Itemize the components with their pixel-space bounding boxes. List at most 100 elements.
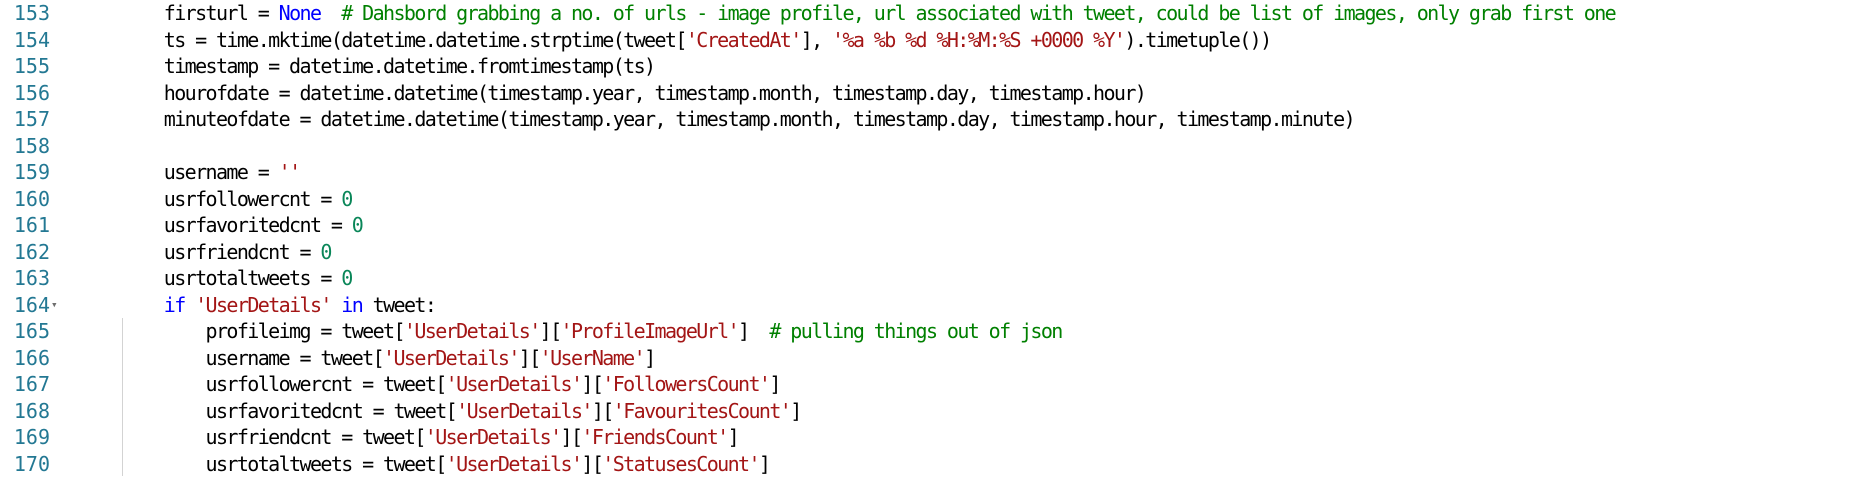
code-token: 'UserDetails' <box>383 346 519 370</box>
code-token: 'UserDetails' <box>456 399 592 423</box>
code-text: usrfriendcnt = 0 <box>122 239 331 266</box>
code-line[interactable]: 162 usrfriendcnt = 0 <box>0 239 1860 266</box>
code-text: minuteofdate = datetime.datetime(timesta… <box>122 106 1354 133</box>
line-number: 157 <box>0 106 50 133</box>
code-token: 0 <box>341 266 351 290</box>
code-line[interactable]: 153 firsturl = None # Dahsbord grabbing … <box>0 0 1860 27</box>
line-number: 154 <box>0 27 50 54</box>
code-line[interactable]: 165 profileimg = tweet['UserDetails']['P… <box>0 318 1860 345</box>
code-token: usrfollowercnt = <box>122 187 341 211</box>
code-token: '' <box>279 160 300 184</box>
code-text: usrtotaltweets = 0 <box>122 265 352 292</box>
code-text: ts = time.mktime(datetime.datetime.strpt… <box>122 27 1271 54</box>
code-line[interactable]: 169 usrfriendcnt = tweet['UserDetails'][… <box>0 424 1860 451</box>
code-line[interactable]: 158 <box>0 133 1860 160</box>
code-token: ] <box>759 452 769 476</box>
code-token: 'UserDetails' <box>425 425 561 449</box>
code-token <box>331 293 341 317</box>
code-token: ][ <box>540 319 561 343</box>
code-line[interactable]: 163 usrtotaltweets = 0 <box>0 265 1860 292</box>
code-token: ts = time.mktime(datetime.datetime.strpt… <box>122 28 686 52</box>
code-token: ][ <box>519 346 540 370</box>
code-token: usrtotaltweets = tweet[ <box>122 452 446 476</box>
code-token: 'FriendsCount' <box>581 425 727 449</box>
code-token: 'FavouritesCount' <box>613 399 791 423</box>
code-token: 'UserDetails' <box>446 372 582 396</box>
line-number: 163 <box>0 265 50 292</box>
code-line[interactable]: 164▾ if 'UserDetails' in tweet: <box>0 292 1860 319</box>
code-line[interactable]: 161 usrfavoritedcnt = 0 <box>0 212 1860 239</box>
code-token: 'CreatedAt' <box>686 28 801 52</box>
code-line[interactable]: 159 username = '' <box>0 159 1860 186</box>
code-token: hourofdate = datetime.datetime(timestamp… <box>122 81 1145 105</box>
code-token: firsturl = <box>122 1 279 25</box>
code-editor[interactable]: 153 firsturl = None # Dahsbord grabbing … <box>0 0 1860 476</box>
code-token: ] <box>644 346 654 370</box>
code-token: '%a %b %d %H:%M:%S +0000 %Y' <box>832 28 1124 52</box>
code-token: # pulling things out of json <box>769 319 1061 343</box>
line-number: 166 <box>0 345 50 372</box>
code-token: usrfriendcnt = <box>122 240 320 264</box>
code-text: usrfavoritedcnt = 0 <box>122 212 362 239</box>
line-number: 158 <box>0 133 50 160</box>
code-token: 'ProfileImageUrl' <box>561 319 739 343</box>
code-token: 'UserDetails' <box>195 293 331 317</box>
code-line[interactable]: 166 username = tweet['UserDetails']['Use… <box>0 345 1860 372</box>
code-token: ] <box>738 319 769 343</box>
code-token <box>185 293 195 317</box>
code-token: ][ <box>592 399 613 423</box>
code-text: usrtotaltweets = tweet['UserDetails']['S… <box>122 451 769 477</box>
line-number: 162 <box>0 239 50 266</box>
code-token: usrtotaltweets = <box>122 266 341 290</box>
line-number: 159 <box>0 159 50 186</box>
code-line[interactable]: 157 minuteofdate = datetime.datetime(tim… <box>0 106 1860 133</box>
fold-chevron-icon[interactable]: ▾ <box>51 292 58 319</box>
code-token: username = <box>122 160 279 184</box>
line-number: 169 <box>0 424 50 451</box>
code-token: ] <box>790 399 800 423</box>
line-number: 153 <box>0 0 50 27</box>
code-line[interactable]: 156 hourofdate = datetime.datetime(times… <box>0 80 1860 107</box>
code-text: usrfriendcnt = tweet['UserDetails']['Fri… <box>122 424 738 451</box>
code-token: profileimg = tweet[ <box>122 319 404 343</box>
code-text: profileimg = tweet['UserDetails']['Profi… <box>122 318 1062 345</box>
code-token: username = tweet[ <box>122 346 383 370</box>
code-text: timestamp = datetime.datetime.fromtimest… <box>122 53 655 80</box>
line-number: 167 <box>0 371 50 398</box>
code-line[interactable]: 154 ts = time.mktime(datetime.datetime.s… <box>0 27 1860 54</box>
code-text: hourofdate = datetime.datetime(timestamp… <box>122 80 1145 107</box>
code-text: username = tweet['UserDetails']['UserNam… <box>122 345 655 372</box>
code-line[interactable]: 155 timestamp = datetime.datetime.fromti… <box>0 53 1860 80</box>
code-token: None <box>279 1 321 25</box>
line-number: 164 <box>0 292 50 319</box>
code-token: 'UserDetails' <box>404 319 540 343</box>
code-token: ).timetuple()) <box>1124 28 1270 52</box>
code-token: 'UserDetails' <box>446 452 582 476</box>
code-token: 'StatusesCount' <box>602 452 759 476</box>
code-line[interactable]: 168 usrfavoritedcnt = tweet['UserDetails… <box>0 398 1860 425</box>
code-text: firsturl = None # Dahsbord grabbing a no… <box>122 0 1615 27</box>
code-token: if <box>164 293 185 317</box>
code-text: if 'UserDetails' in tweet: <box>122 292 435 319</box>
line-number: 161 <box>0 212 50 239</box>
code-text: usrfollowercnt = 0 <box>122 186 352 213</box>
code-line[interactable]: 170 usrtotaltweets = tweet['UserDetails'… <box>0 451 1860 477</box>
code-token: ][ <box>581 452 602 476</box>
line-number: 170 <box>0 451 50 477</box>
code-token: 'FollowersCount' <box>602 372 769 396</box>
code-token: in <box>341 293 362 317</box>
code-token: usrfavoritedcnt = <box>122 213 352 237</box>
code-line[interactable]: 167 usrfollowercnt = tweet['UserDetails'… <box>0 371 1860 398</box>
code-line[interactable]: 160 usrfollowercnt = 0 <box>0 186 1860 213</box>
code-token: timestamp = datetime.datetime.fromtimest… <box>122 54 655 78</box>
code-token: usrfriendcnt = tweet[ <box>122 425 425 449</box>
code-token: ][ <box>581 372 602 396</box>
code-text: username = '' <box>122 159 300 186</box>
line-number: 165 <box>0 318 50 345</box>
code-token <box>122 293 164 317</box>
code-token: # Dahsbord grabbing a no. of urls - imag… <box>320 1 1615 25</box>
line-number: 155 <box>0 53 50 80</box>
code-token: ] <box>769 372 779 396</box>
code-token: ] <box>728 425 738 449</box>
code-token: tweet: <box>362 293 435 317</box>
